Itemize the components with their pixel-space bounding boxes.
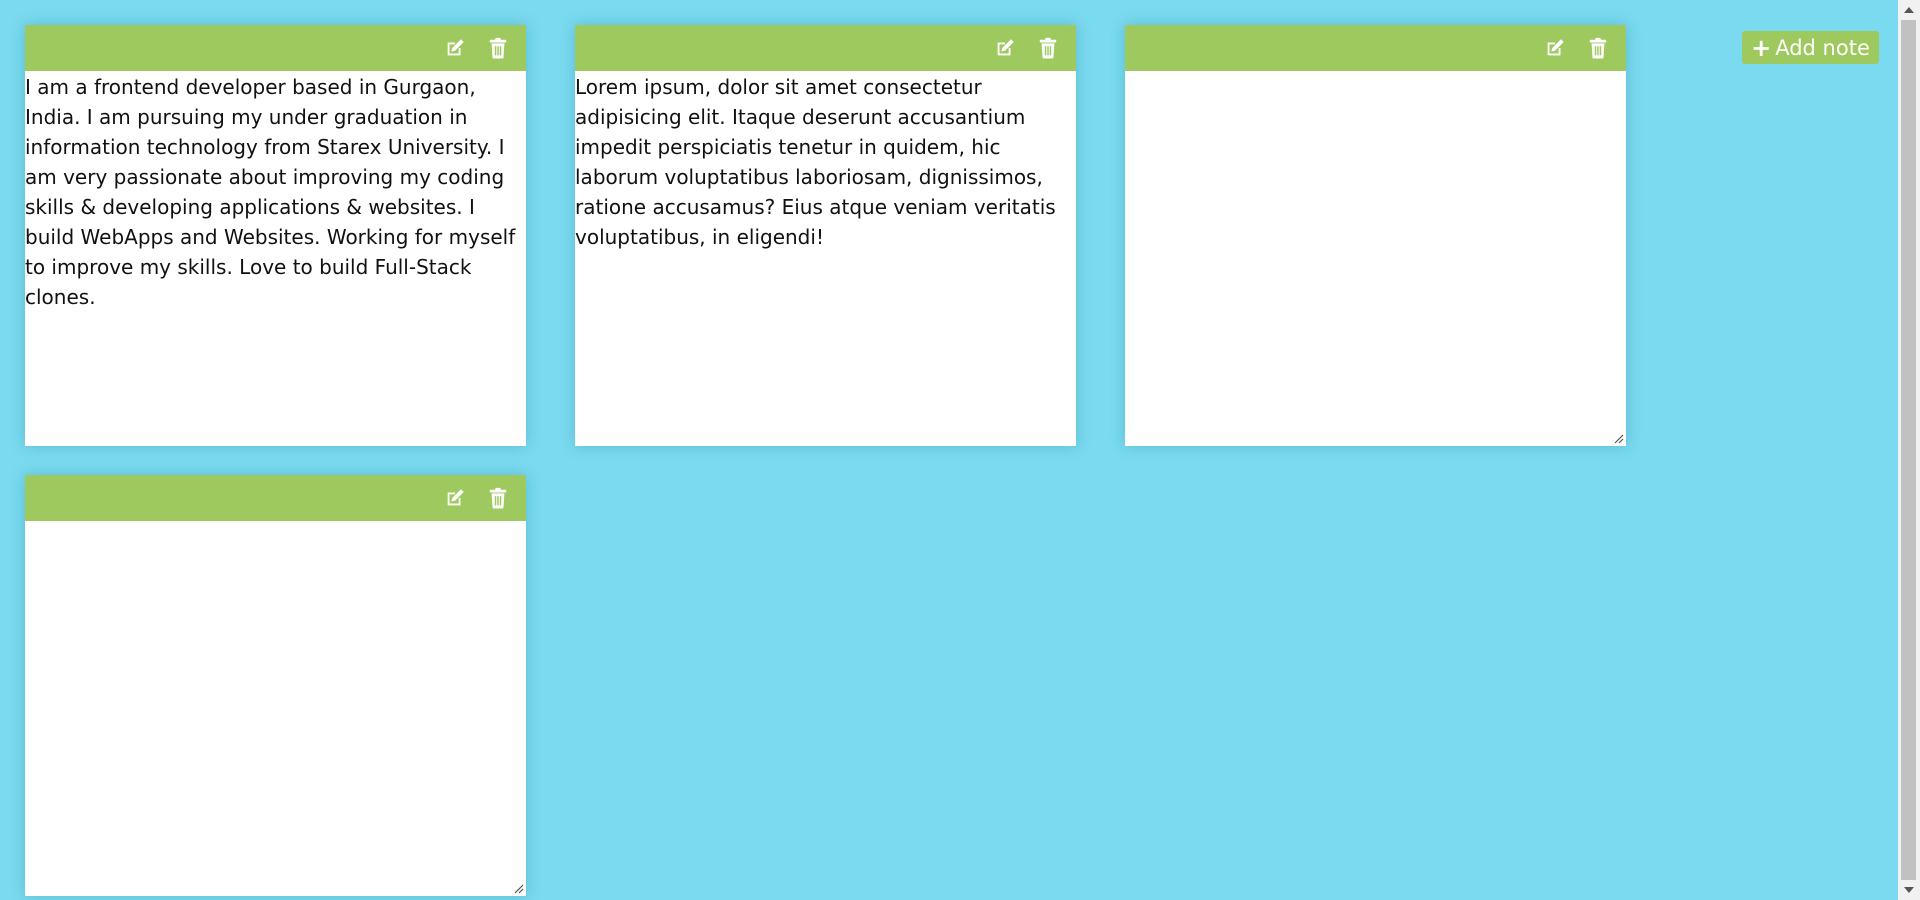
delete-button[interactable] bbox=[486, 486, 510, 510]
trash-icon bbox=[1039, 37, 1057, 59]
scroll-down-arrow-icon[interactable] bbox=[1904, 887, 1914, 893]
vertical-scrollbar[interactable] bbox=[1898, 0, 1920, 900]
edit-icon bbox=[997, 39, 1014, 56]
note-card: Lorem ipsum, dolor sit amet consectetur … bbox=[575, 25, 1076, 446]
edit-button[interactable] bbox=[993, 36, 1017, 60]
note-toolbar bbox=[25, 25, 526, 71]
notes-board: I am a frontend developer based in Gurga… bbox=[0, 0, 1898, 900]
edit-icon bbox=[1547, 39, 1564, 56]
edit-icon bbox=[447, 489, 464, 506]
add-note-button[interactable]: + Add note bbox=[1742, 31, 1879, 64]
delete-button[interactable] bbox=[486, 36, 510, 60]
note-toolbar bbox=[1125, 25, 1626, 71]
note-card bbox=[25, 475, 526, 896]
note-toolbar bbox=[25, 475, 526, 521]
edit-button[interactable] bbox=[443, 486, 467, 510]
edit-button[interactable] bbox=[443, 36, 467, 60]
scrollbar-thumb[interactable] bbox=[1901, 20, 1916, 880]
delete-button[interactable] bbox=[1036, 36, 1060, 60]
note-text[interactable]: I am a frontend developer based in Gurga… bbox=[25, 71, 526, 446]
note-toolbar bbox=[575, 25, 1076, 71]
trash-icon bbox=[489, 487, 507, 509]
note-textarea[interactable] bbox=[1125, 71, 1626, 446]
note-card bbox=[1125, 25, 1626, 446]
trash-icon bbox=[489, 37, 507, 59]
add-note-label: Add note bbox=[1775, 35, 1870, 60]
edit-button[interactable] bbox=[1543, 36, 1567, 60]
trash-icon bbox=[1589, 37, 1607, 59]
resize-handle-icon[interactable] bbox=[512, 882, 524, 894]
scroll-up-arrow-icon[interactable] bbox=[1904, 7, 1914, 13]
note-text[interactable]: Lorem ipsum, dolor sit amet consectetur … bbox=[575, 71, 1076, 446]
note-card: I am a frontend developer based in Gurga… bbox=[25, 25, 526, 446]
delete-button[interactable] bbox=[1586, 36, 1610, 60]
note-textarea[interactable] bbox=[25, 521, 526, 896]
resize-handle-icon[interactable] bbox=[1612, 432, 1624, 444]
plus-icon: + bbox=[1751, 33, 1772, 62]
edit-icon bbox=[447, 39, 464, 56]
